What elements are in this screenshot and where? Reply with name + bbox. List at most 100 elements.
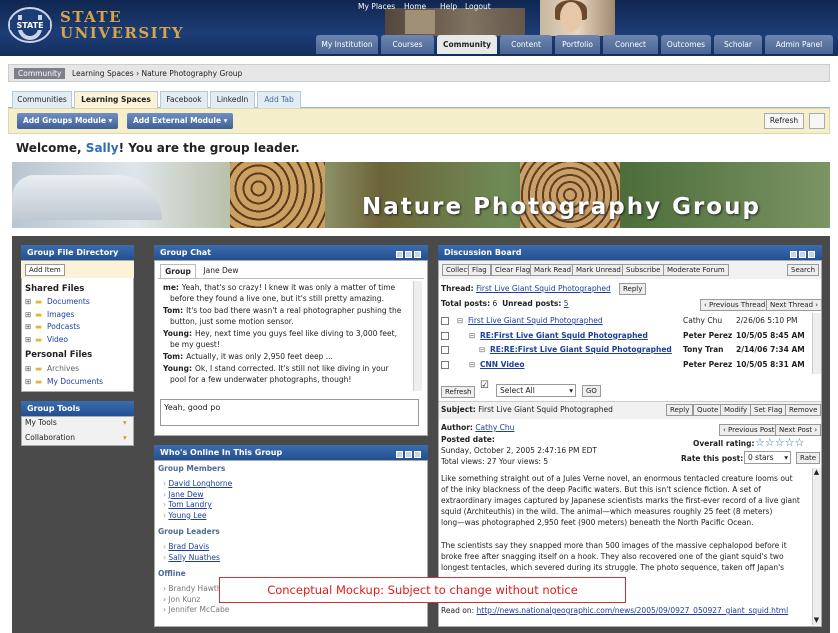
board-button-moderate-forum[interactable]: Moderate Forum [663,264,729,276]
tab-content[interactable]: Content [500,35,552,54]
board-button-mark-read[interactable]: Mark Read [530,264,576,276]
board-button-clear-flag[interactable]: Clear Flag [491,264,535,276]
scroll-up-icon[interactable]: ▲ [812,468,821,477]
post-action-modify[interactable]: Modify [720,404,752,416]
tab-learning-spaces[interactable]: Learning Spaces [74,91,158,108]
expand-icon[interactable]: ⊞ [25,377,31,386]
go-button[interactable]: GO [582,385,601,397]
unread-posts[interactable]: 5 [564,299,569,308]
breadcrumb-community[interactable]: Community [14,68,66,79]
online-member[interactable]: › Young Lee [163,511,207,520]
grid-icon[interactable] [809,113,825,129]
expand-icon[interactable]: ⊞ [25,335,31,344]
shared-file-3[interactable]: Video [47,335,68,344]
window-controls-icon[interactable] [394,248,424,258]
post-action-remove[interactable]: Remove [785,404,822,416]
previous-post-button[interactable]: ‹ Previous Post [719,424,779,436]
util-help[interactable]: Help [440,2,457,11]
util-my-places[interactable]: My Places [358,2,395,11]
rate-button[interactable]: Rate [796,452,821,464]
member-link[interactable]: David Longhorne [168,479,232,488]
chat-tab-group[interactable]: Group [160,264,196,278]
thread-link[interactable]: First Live Giant Squid Photographed [476,284,611,293]
breadcrumb-path[interactable]: Learning Spaces › Nature Photography Gro… [72,68,242,79]
tab-scholar[interactable]: Scholar [714,35,762,54]
leader-link[interactable]: Sally Nuathes [168,553,220,562]
util-logout[interactable]: Logout [465,2,491,11]
author-link[interactable]: Cathy Chu [475,423,514,432]
member-link[interactable]: Young Lee [168,511,206,520]
member-link[interactable]: Jane Dew [168,490,203,499]
tab-community[interactable]: Community [437,35,497,54]
select-all-dropdown[interactable]: Select All ▾ [496,384,576,397]
post-action-reply[interactable]: Reply [666,404,694,416]
next-post-button[interactable]: Next Post › [775,424,822,436]
thread-reply-button[interactable]: Reply [619,283,647,295]
chevron-down-icon[interactable]: ▾ [123,433,127,442]
online-leader[interactable]: › Sally Nuathes [163,553,220,562]
window-controls-icon[interactable] [788,248,818,258]
next-thread-button[interactable]: Next Thread › [766,299,823,311]
tab-my-institution[interactable]: My Institution [316,35,378,54]
tab-linkedin[interactable]: LinkedIn [210,91,255,108]
add-external-module-button[interactable]: Add External Module ▾ [127,113,234,129]
member-link[interactable]: Tom Landry [168,500,211,509]
posts-scrollbar[interactable] [812,313,821,374]
expand-icon[interactable]: ⊞ [25,364,31,373]
post-title[interactable]: RE:RE:First Live Giant Squid Photographe… [490,345,672,354]
post-title[interactable]: RE:First Live Giant Squid Photographed [480,331,648,340]
board-button-flag[interactable]: Flag [468,264,491,276]
chevron-down-icon[interactable]: ▾ [123,418,127,427]
refresh-button[interactable]: Refresh [764,113,804,129]
post-checkbox[interactable] [441,331,449,340]
post-checkbox[interactable] [441,317,449,325]
post-checkbox[interactable] [441,360,449,369]
add-item-button[interactable]: Add Item [25,264,65,276]
online-member[interactable]: › David Longhorne [163,479,232,488]
tab-facebook[interactable]: Facebook [160,91,208,108]
personal-file-1[interactable]: My Documents [47,377,103,386]
collapse-icon[interactable]: ⊟ [469,331,475,340]
post-action-quote[interactable]: Quote [693,404,723,416]
tab-admin-panel[interactable]: Admin Panel [765,35,833,54]
chat-tab-jane-dew[interactable]: Jane Dew [200,264,242,278]
tab-communities[interactable]: Communities [12,91,72,108]
shared-file-0[interactable]: Documents [47,297,90,306]
chat-scrollbar[interactable] [413,281,422,391]
tab-courses[interactable]: Courses [381,35,434,54]
checkbox-select-icon[interactable]: ☑ [480,380,489,391]
shared-file-1[interactable]: Images [47,310,74,319]
scroll-down-icon[interactable]: ▼ [812,616,821,625]
window-controls-icon[interactable] [394,448,424,458]
collapse-icon[interactable]: ⊟ [469,360,475,369]
tool-my-tools[interactable]: My Tools [25,418,57,427]
online-leader[interactable]: › Brad Davis [163,542,209,551]
leader-link[interactable]: Brad Davis [168,542,209,551]
util-home[interactable]: Home [404,2,426,11]
add-groups-module-button[interactable]: Add Groups Module ▾ [17,113,119,129]
board-refresh-button[interactable]: Refresh [441,386,476,398]
university-logo[interactable]: STATE [8,6,52,44]
tab-portfolio[interactable]: Portfolio [555,35,600,54]
shared-file-2[interactable]: Podcasts [47,322,80,331]
search-button[interactable]: Search [787,264,820,276]
collapse-icon[interactable]: ⊟ [479,345,485,354]
expand-icon[interactable]: ⊞ [25,297,31,306]
personal-file-0[interactable]: Archives [47,364,79,373]
chat-input[interactable]: Yeah, good po [160,399,419,426]
tool-collaboration[interactable]: Collaboration [25,433,75,442]
online-member[interactable]: › Tom Landry [163,500,212,509]
post-action-set-flag[interactable]: Set Flag [750,404,787,416]
post-title[interactable]: First Live Giant Squid Photographed [468,316,603,325]
collapse-icon[interactable]: ⊟ [457,316,463,325]
rating-select[interactable]: 0 stars ▾ [744,451,791,464]
board-button-subscribe[interactable]: Subscribe [622,264,665,276]
expand-icon[interactable]: ⊞ [25,322,31,331]
post-checkbox[interactable] [441,346,449,354]
online-member[interactable]: › Jane Dew [163,490,203,499]
post-title[interactable]: CNN Video [480,360,525,369]
tab-connect[interactable]: Connect [603,35,658,54]
article-link[interactable]: http://news.nationalgeographic.com/news/… [477,606,789,615]
tab-add[interactable]: Add Tab [257,91,301,108]
tab-outcomes[interactable]: Outcomes [661,35,711,54]
